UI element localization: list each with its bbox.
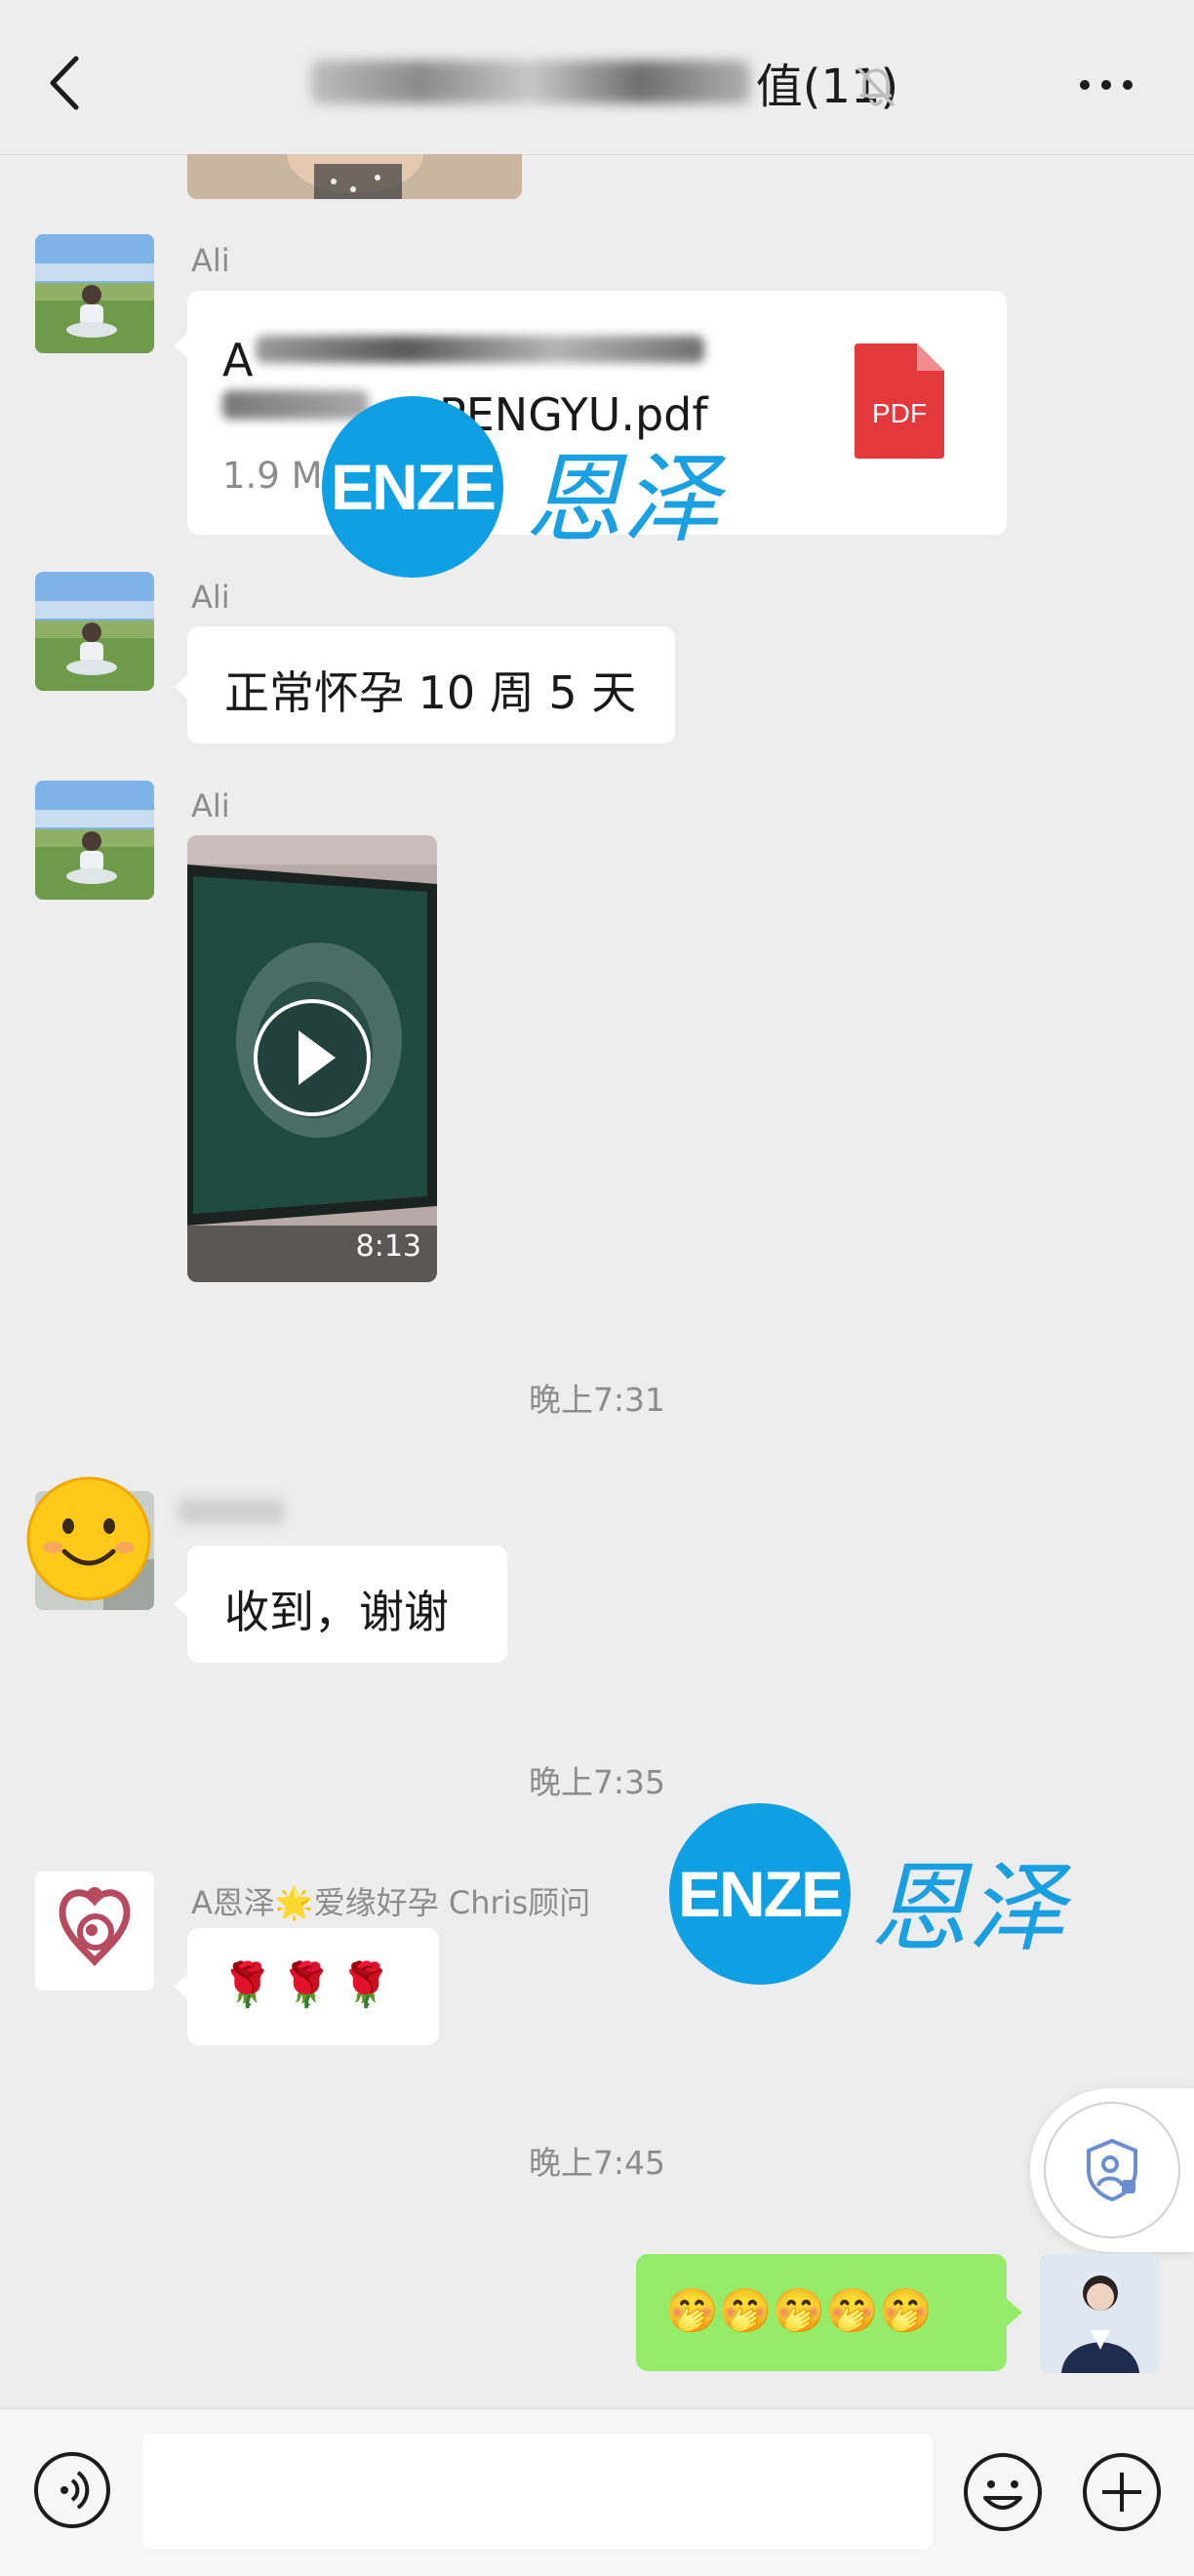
shield-person-icon	[1081, 2137, 1143, 2203]
message-text: 正常怀孕 10 周 5 天	[224, 666, 637, 719]
security-shield-button[interactable]	[1030, 2088, 1194, 2252]
file-size: 1.9 M	[222, 455, 323, 497]
watermark-logo-circle: ENZE	[669, 1803, 851, 1985]
message-input[interactable]	[142, 2434, 933, 2549]
message-text: 🌹🌹🌹	[220, 1960, 399, 2010]
avatar-ali[interactable]	[35, 781, 154, 900]
avatar-consultant-logo[interactable]	[35, 1872, 154, 1991]
file-name-line1: A	[222, 334, 254, 386]
message-text: 🤭🤭🤭🤭🤭	[665, 2286, 933, 2336]
sender-name: Ali	[191, 242, 230, 279]
message-text: 收到，谢谢	[224, 1586, 449, 1638]
blurred-filename	[222, 390, 369, 420]
watermark-chinese: 恩泽	[525, 442, 720, 556]
text-message[interactable]: 正常怀孕 10 周 5 天	[187, 626, 675, 744]
blurred-sender-name	[178, 1499, 285, 1524]
watermark-chinese: 恩泽	[870, 1851, 1065, 1965]
video-message[interactable]: 8:13	[187, 835, 437, 1282]
timestamp: 晚上7:35	[528, 1763, 666, 1801]
avatar-ali[interactable]	[35, 572, 154, 691]
pdf-badge-label: PDF	[872, 398, 927, 428]
emoji-icon[interactable]	[962, 2451, 1044, 2533]
avatar-self[interactable]	[1040, 2254, 1159, 2373]
smiley-face-icon	[25, 1475, 152, 1602]
bubble-tail	[1007, 2299, 1022, 2326]
partial-image-message[interactable]	[187, 154, 522, 199]
sender-name: Ali	[191, 579, 230, 616]
timestamp: 晚上7:31	[528, 1381, 666, 1419]
back-chevron-icon[interactable]	[39, 49, 98, 117]
voice-input-icon[interactable]	[33, 2451, 111, 2529]
pdf-file-icon: PDF	[855, 343, 944, 459]
sender-name: A恩泽🌟爱缘好孕 Chris顾问	[191, 1884, 591, 1921]
blurred-filename	[256, 336, 704, 363]
more-dots-icon[interactable]	[1077, 70, 1135, 100]
chat-title: 值(11)	[283, 43, 927, 121]
plus-icon[interactable]	[1081, 2451, 1163, 2533]
self-text-message[interactable]: 🤭🤭🤭🤭🤭	[636, 2254, 1007, 2371]
timestamp: 晚上7:45	[528, 2144, 666, 2182]
watermark-logo-circle: ENZE	[322, 396, 503, 578]
sender-name: Ali	[191, 787, 230, 825]
avatar-ali[interactable]	[35, 234, 154, 353]
blurred-group-name	[310, 60, 750, 103]
bell-off-icon	[851, 60, 901, 109]
text-message[interactable]: 🌹🌹🌹	[187, 1928, 439, 2045]
video-duration: 8:13	[355, 1229, 421, 1264]
text-message[interactable]: 收到，谢谢	[187, 1546, 507, 1663]
